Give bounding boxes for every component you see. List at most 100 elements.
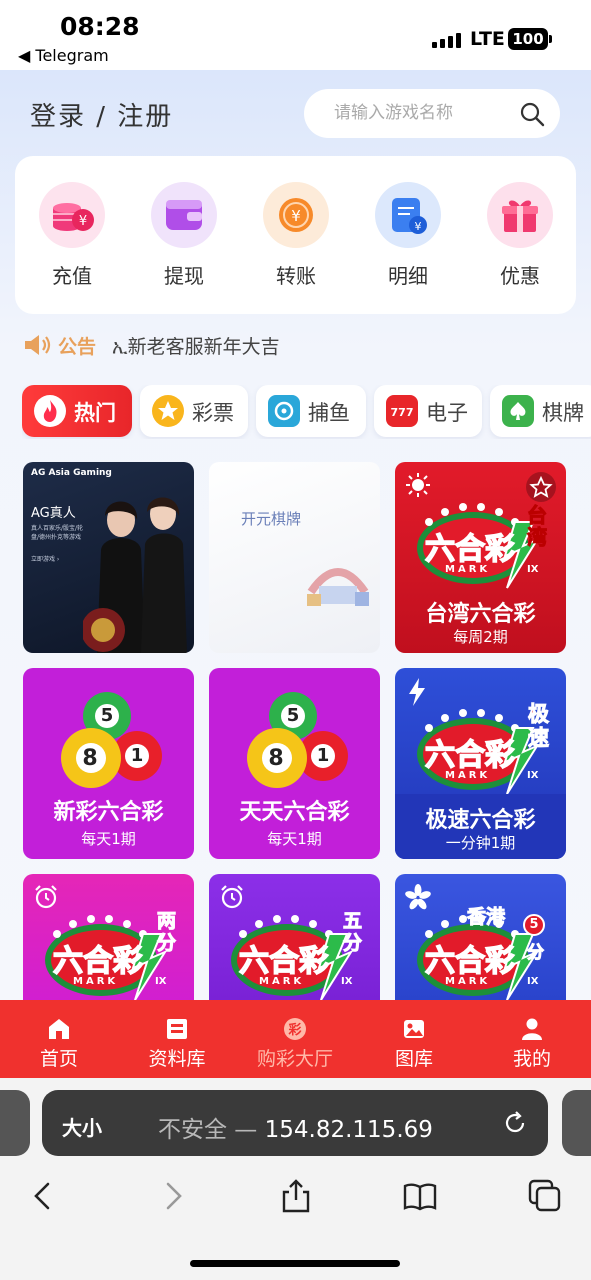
tab-slots-label: 电子 bbox=[426, 401, 468, 425]
five-minute-badge: 五分 bbox=[343, 910, 363, 955]
nav-gallery-label: 图库 bbox=[394, 1048, 433, 1070]
mark-six-logo-text: 六合彩 bbox=[424, 737, 516, 774]
home-icon bbox=[49, 1019, 69, 1039]
game-tile-xincai-mark6[interactable]: 5 8 1 新彩六合彩 每天1期 bbox=[23, 668, 194, 859]
game-tile-2min-mark6[interactable]: 六合彩 MARK IX 两分 bbox=[23, 874, 194, 1000]
previous-tab-preview[interactable] bbox=[0, 1090, 30, 1156]
address-bar[interactable]: 大小 不安全 — 154.82.115.69 bbox=[42, 1090, 548, 1156]
ball-number-5: 5 bbox=[286, 705, 300, 726]
nav-home[interactable]: 首页 bbox=[9, 1000, 109, 1078]
network-type: LTE bbox=[470, 28, 505, 50]
category-tabs: 热门 彩票 捕鱼 777 电子 棋牌 bbox=[22, 385, 591, 439]
signal-icon bbox=[432, 32, 464, 48]
nav-home-label: 首页 bbox=[39, 1048, 78, 1070]
text-size-button[interactable]: 大小 bbox=[62, 1112, 102, 1141]
forward-icon[interactable] bbox=[154, 1178, 190, 1214]
nav-library[interactable]: 资料库 bbox=[127, 1000, 227, 1078]
back-icon[interactable] bbox=[26, 1178, 62, 1214]
svg-text:彩: 彩 bbox=[287, 1022, 301, 1038]
notice-marquee[interactable]: ኢ新老客服新年大吉 bbox=[112, 332, 582, 359]
tab-cards[interactable]: 棋牌 bbox=[490, 385, 591, 437]
mark-six-ix: IX bbox=[341, 976, 353, 987]
insecure-label: 不安全 — bbox=[158, 1117, 258, 1143]
profile-icon bbox=[522, 1018, 542, 1040]
battery-tip bbox=[549, 35, 552, 43]
tab-cards-label: 棋牌 bbox=[542, 401, 584, 425]
ball-number-1: 1 bbox=[130, 745, 144, 766]
taiwan-mark6-title: 台湾六合彩 bbox=[425, 602, 536, 627]
mark-six-logo: 六合彩 MARK IX bbox=[415, 492, 545, 592]
login-register-link[interactable]: 登录 / 注册 bbox=[30, 96, 173, 133]
url-display[interactable]: 不安全 — 154.82.115.69 bbox=[158, 1110, 433, 1144]
mark-six-ix: IX bbox=[527, 564, 539, 575]
transfer-button[interactable]: ¥ 转账 bbox=[251, 182, 341, 289]
recharge-label: 充值 bbox=[52, 264, 92, 288]
nav-gallery[interactable]: 图库 bbox=[364, 1000, 464, 1078]
nav-lottery-hall-label: 购彩大厅 bbox=[256, 1048, 333, 1070]
tiantian-mark6-title: 天天六合彩 bbox=[239, 800, 350, 825]
two-minute-badge: 两分 bbox=[157, 910, 177, 955]
tiantian-mark6-frequency: 每天1期 bbox=[267, 830, 322, 848]
mark-six-logo-text: 六合彩 bbox=[424, 943, 516, 980]
ball-number-8: 8 bbox=[268, 746, 284, 771]
search-icon[interactable] bbox=[518, 100, 546, 128]
taiwan-mark6-frequency: 每周2期 bbox=[453, 628, 508, 646]
tab-slots[interactable]: 777 电子 bbox=[374, 385, 482, 437]
promotions-label: 优惠 bbox=[500, 264, 540, 288]
game-tile-hongkong-5min-mark6[interactable]: 六合彩 MARK IX 香港 5 分 bbox=[395, 874, 566, 1000]
game-tile-taiwan-mark6[interactable]: 六合彩 MARK IX 台湾 台湾六合彩 每周2期 bbox=[395, 462, 566, 653]
tab-hot-label: 热门 bbox=[74, 401, 116, 425]
status-bar: 08:28 ◀ Telegram LTE 100 bbox=[0, 0, 591, 70]
mark-six-mark: MARK bbox=[445, 976, 491, 987]
game-tile-tiantian-mark6[interactable]: 5 8 1 天天六合彩 每天1期 bbox=[209, 668, 380, 859]
next-tab-preview[interactable] bbox=[562, 1090, 591, 1156]
game-search-box[interactable] bbox=[304, 89, 560, 138]
flame-icon bbox=[34, 395, 66, 427]
nav-profile[interactable]: 我的 bbox=[482, 1000, 582, 1078]
recharge-button[interactable]: ¥ 充值 bbox=[27, 182, 117, 289]
hongkong-badge: 香港 bbox=[466, 906, 506, 929]
game-tile-jisu-mark6[interactable]: 六合彩 MARK IX 极速 极速六合彩 一分钟1期 bbox=[395, 668, 566, 859]
bookmarks-icon[interactable] bbox=[402, 1178, 438, 1214]
mark-six-ix: IX bbox=[155, 976, 167, 987]
tab-lottery-label: 彩票 bbox=[192, 401, 234, 425]
mark-six-mark: MARK bbox=[259, 976, 305, 987]
details-button[interactable]: ¥ 明细 bbox=[363, 182, 453, 289]
minute-badge: 分 bbox=[527, 943, 545, 964]
svg-text:¥: ¥ bbox=[79, 214, 87, 229]
game-tile-ag-live[interactable]: AG Asia Gaming AG真人 真人百家乐/骰宝/轮盘/德州扑克等游戏 … bbox=[23, 462, 194, 653]
coins-icon: ¥ bbox=[39, 182, 105, 248]
gift-icon bbox=[487, 182, 553, 248]
star-icon bbox=[152, 395, 184, 427]
lottery-balls-icon bbox=[247, 692, 348, 788]
details-label: 明细 bbox=[388, 264, 428, 288]
withdraw-button[interactable]: 提现 bbox=[139, 182, 229, 289]
jisu-badge: 极速 bbox=[528, 702, 550, 751]
tabs-icon[interactable] bbox=[527, 1178, 563, 1214]
tab-lottery[interactable]: 彩票 bbox=[140, 385, 248, 437]
mark-six-mark: MARK bbox=[445, 564, 491, 575]
reload-icon[interactable] bbox=[502, 1110, 528, 1136]
ag-logo: AG Asia Gaming bbox=[31, 468, 112, 478]
search-input[interactable] bbox=[334, 101, 514, 125]
quick-actions-card: ¥ 充值 提现 ¥ 转账 ¥ 明细 优惠 bbox=[15, 156, 576, 314]
kaiyuan-title: 开元棋牌 bbox=[241, 510, 302, 528]
back-to-telegram-link[interactable]: ◀ Telegram bbox=[18, 46, 109, 65]
game-tile-5min-mark6[interactable]: 六合彩 MARK IX 五分 bbox=[209, 874, 380, 1000]
library-icon bbox=[167, 1019, 187, 1039]
mark-six-logo: 六合彩 MARK IX bbox=[415, 698, 545, 798]
nav-lottery-hall[interactable]: 彩 购彩大厅 bbox=[245, 1000, 345, 1078]
transfer-icon: ¥ bbox=[263, 182, 329, 248]
withdraw-label: 提现 bbox=[164, 264, 204, 288]
xincai-mark6-frequency: 每天1期 bbox=[81, 830, 136, 848]
ball-number-8: 8 bbox=[82, 746, 98, 771]
lottery-hall-icon: 彩 bbox=[284, 1018, 306, 1040]
share-icon[interactable] bbox=[278, 1178, 314, 1214]
tab-hot[interactable]: 热门 bbox=[22, 385, 132, 437]
nav-profile-label: 我的 bbox=[512, 1048, 551, 1070]
promotions-button[interactable]: 优惠 bbox=[475, 182, 565, 289]
tab-fishing[interactable]: 捕鱼 bbox=[256, 385, 366, 437]
game-tile-kaiyuan[interactable]: 开元棋牌 bbox=[209, 462, 380, 653]
transfer-label: 转账 bbox=[276, 264, 316, 288]
ag-cta: 立即游戏 › bbox=[31, 556, 60, 563]
